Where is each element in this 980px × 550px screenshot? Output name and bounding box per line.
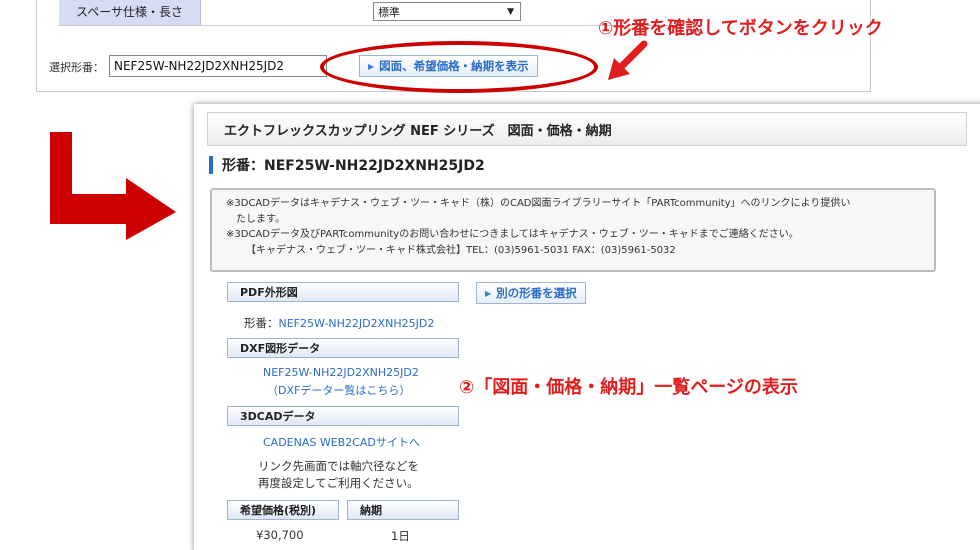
spacer-spec-select[interactable]: 標準 ▼: [373, 2, 521, 21]
cad-notice-box: ※3DCADデータはキャデナス・ウェブ・ツー・キャド（株）のCAD図面ライブラリ…: [210, 188, 936, 272]
spacer-spec-row: スペーサ仕様・長さ 標準 ▼: [59, 0, 679, 26]
notice-line-3: ※3DCADデータ及びPARTcommunityのお問い合わせにつきましてはキャ…: [226, 229, 799, 240]
model-heading: 形番：NEF25W-NH22JD2XNH25JD2: [209, 156, 485, 174]
series-title-bar: エクトフレックスカップリング NEF シリーズ 図面・価格・納期: [207, 112, 967, 146]
price-value: ¥30,700: [256, 528, 304, 542]
step1-callout: ①形番を確認してボタンをクリック: [598, 18, 883, 39]
step2-callout: ②「図面・価格・納期」一覧ページの表示: [459, 377, 798, 398]
notice-line-2: たします。: [236, 213, 285, 225]
selected-model-input[interactable]: NEF25W-NH22JD2XNH25JD2: [109, 55, 327, 77]
delivery-value: 1日: [391, 529, 410, 543]
pdf-model-link[interactable]: NEF25W-NH22JD2XNH25JD2: [279, 317, 435, 330]
pdf-section-header: PDF外形図: [227, 282, 459, 302]
notice-line-4: 【キャデナス・ウェブ・ツー・キャド株式会社】TEL：(03)5961-5031 …: [246, 244, 676, 256]
drawing-price-delivery-panel: エクトフレックスカップリング NEF シリーズ 図面・価格・納期 形番：NEF2…: [194, 104, 980, 550]
delivery-header: 納期: [347, 500, 459, 520]
dxf-list-link[interactable]: （DXFデーター覧はこちら）: [267, 382, 410, 398]
cad3d-note-line-1: リンク先画面では軸穴径などを: [258, 459, 419, 473]
selected-model-label: 選択形番：: [49, 61, 104, 74]
spacer-spec-value: 標準: [378, 5, 400, 19]
spacer-spec-label: スペーサ仕様・長さ: [59, 0, 201, 25]
flow-arrow-icon: [50, 132, 176, 240]
select-other-model-button[interactable]: ▶ 別の形番を選択: [476, 282, 586, 304]
pdf-model-row: 形番：NEF25W-NH22JD2XNH25JD2: [244, 312, 434, 331]
pointer-arrow-icon: [608, 40, 648, 80]
dxf-section-header: DXF図形データ: [227, 338, 459, 358]
cadenas-site-link[interactable]: CADENAS WEB2CADサイトへ: [263, 434, 420, 450]
notice-line-1: ※3DCADデータはキャデナス・ウェブ・ツー・キャド（株）のCAD図面ライブラリ…: [226, 198, 851, 209]
pdf-model-label: 形番：: [244, 316, 279, 330]
chevron-down-icon: ▼: [507, 6, 514, 17]
select-other-model-label: 別の形番を選択: [496, 286, 577, 300]
play-triangle-icon: ▶: [485, 288, 492, 298]
dxf-model-link[interactable]: NEF25W-NH22JD2XNH25JD2: [263, 366, 419, 379]
cad3d-note-line-2: 再度設定してご利用ください。: [258, 476, 419, 490]
cad3d-section-header: 3DCADデータ: [227, 406, 459, 426]
price-header: 希望価格(税別): [227, 500, 339, 520]
highlight-ellipse: [320, 41, 598, 93]
